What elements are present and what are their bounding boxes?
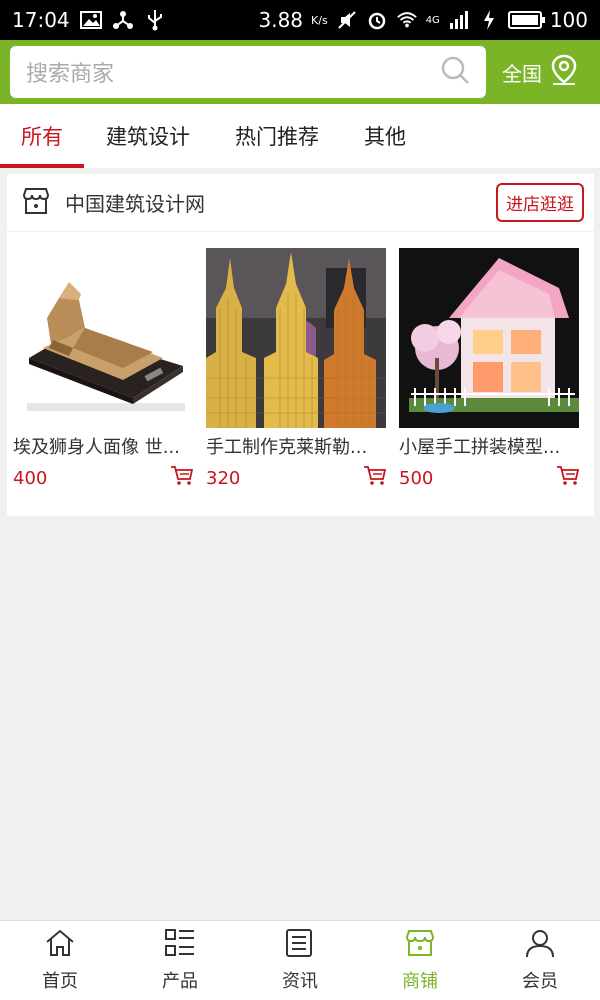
region-selector[interactable]: 全国 xyxy=(502,54,578,91)
status-time: 17:04 xyxy=(12,8,70,32)
product-price: 400 xyxy=(13,467,48,489)
region-label: 全国 xyxy=(502,61,542,86)
nav-label: 资讯 xyxy=(282,971,318,992)
search-header: 搜索商家 全国 xyxy=(0,40,600,104)
product-item[interactable]: 小屋手工拼装模型... 500 xyxy=(393,248,586,491)
enter-shop-button[interactable]: 进店逛逛 xyxy=(496,183,584,222)
nav-label: 会员 xyxy=(522,971,558,992)
product-image-chrysler[interactable] xyxy=(206,248,386,428)
product-image-sphinx[interactable] xyxy=(13,248,193,428)
battery-level: 100 xyxy=(549,8,588,32)
product-list-icon xyxy=(164,928,196,963)
product-price: 320 xyxy=(206,467,241,489)
nav-label: 首页 xyxy=(42,971,78,992)
wifi-icon xyxy=(396,9,418,31)
charging-icon xyxy=(478,9,500,31)
usb-icon xyxy=(144,9,166,31)
product-item[interactable]: 手工制作克莱斯勒... 320 xyxy=(200,248,393,491)
cart-icon[interactable] xyxy=(363,465,387,491)
nav-label: 产品 xyxy=(162,971,198,992)
tab-architecture-design[interactable]: 建筑设计 xyxy=(84,104,212,168)
product-image-dollhouse[interactable] xyxy=(399,248,579,428)
shop-card-header: 中国建筑设计网 进店逛逛 xyxy=(7,174,594,232)
image-icon xyxy=(79,9,102,31)
search-input[interactable]: 搜索商家 xyxy=(10,46,486,98)
product-name: 小屋手工拼装模型... xyxy=(399,437,561,458)
status-bar: 17:04 3.88 K/s 4G 100 xyxy=(0,0,600,40)
nav-member[interactable]: 会员 xyxy=(480,921,600,1000)
product-price: 500 xyxy=(399,467,434,489)
bottom-nav: 首页 产品 资讯 商铺 会员 xyxy=(0,920,600,1000)
product-list: 埃及狮身人面像 世... 400 手工制作克莱斯勒... 320 小屋手工拼装模… xyxy=(7,232,594,491)
home-icon xyxy=(44,928,76,963)
nav-products[interactable]: 产品 xyxy=(120,921,240,1000)
tab-hot-recommend[interactable]: 热门推荐 xyxy=(212,104,342,168)
cart-icon[interactable] xyxy=(556,465,580,491)
store-icon xyxy=(21,186,51,220)
alarm-icon xyxy=(366,9,388,31)
signal-icon xyxy=(448,9,470,31)
news-icon xyxy=(284,928,316,963)
search-placeholder: 搜索商家 xyxy=(26,62,115,87)
tab-all[interactable]: 所有 xyxy=(0,104,84,168)
shop-icon xyxy=(404,928,436,963)
mute-icon xyxy=(336,9,358,31)
cart-icon[interactable] xyxy=(170,465,194,491)
location-pin-icon xyxy=(550,54,578,91)
network-type: 4G xyxy=(425,14,440,26)
shop-card: 中国建筑设计网 进店逛逛 埃及狮身人面像 世... 400 手工制作克莱斯勒..… xyxy=(7,174,594,516)
shop-name: 中国建筑设计网 xyxy=(65,192,205,216)
share-icon xyxy=(112,9,134,31)
nav-home[interactable]: 首页 xyxy=(0,921,120,1000)
nav-shops[interactable]: 商铺 xyxy=(360,921,480,1000)
category-tabs: 所有 建筑设计 热门推荐 其他 xyxy=(0,104,600,168)
network-speed: 3.88 xyxy=(258,8,304,32)
product-item[interactable]: 埃及狮身人面像 世... 400 xyxy=(7,248,200,491)
product-name: 埃及狮身人面像 世... xyxy=(13,437,180,458)
battery-icon xyxy=(507,11,545,29)
nav-label: 商铺 xyxy=(402,971,438,992)
nav-news[interactable]: 资讯 xyxy=(240,921,360,1000)
network-speed-unit: K/s xyxy=(311,13,328,27)
user-icon xyxy=(524,928,556,963)
search-icon[interactable] xyxy=(440,55,470,89)
tab-other[interactable]: 其他 xyxy=(342,104,428,168)
product-name: 手工制作克莱斯勒... xyxy=(206,437,368,458)
